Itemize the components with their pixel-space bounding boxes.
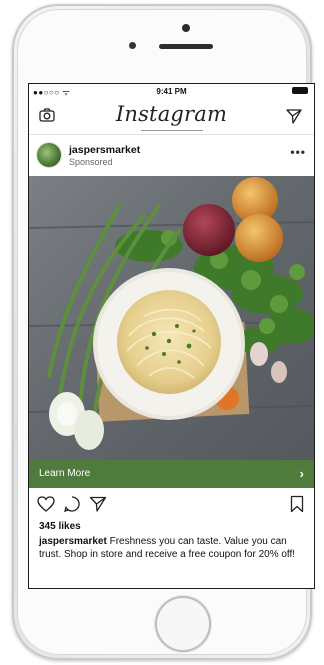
more-options-icon[interactable]: ••• <box>290 145 306 159</box>
avatar[interactable] <box>37 143 61 167</box>
heart-icon[interactable] <box>37 495 55 513</box>
front-camera <box>129 42 136 49</box>
phone-camera <box>182 24 190 32</box>
post-username[interactable]: jaspersmarket <box>69 144 140 156</box>
chevron-right-icon: › <box>299 466 304 481</box>
likes-count[interactable]: 345 likes <box>39 521 81 532</box>
status-bar: ●●○○○ ᯤ 9:41 PM <box>29 84 314 98</box>
status-time: 9:41 PM <box>156 87 187 96</box>
caption-username[interactable]: jaspersmarket <box>39 536 107 547</box>
pasta-bowl-photo <box>29 176 314 460</box>
battery-icon <box>292 87 308 94</box>
learn-more-button[interactable]: Learn More › <box>29 460 314 488</box>
comment-icon[interactable] <box>63 495 81 513</box>
app-logo: Instagram <box>115 102 228 126</box>
post-caption: jaspersmarket Freshness you can taste. V… <box>39 536 305 561</box>
post-actions <box>29 492 314 518</box>
logo-underline <box>141 130 203 131</box>
share-icon[interactable] <box>89 495 107 513</box>
send-icon[interactable] <box>286 108 302 124</box>
app-header: Instagram <box>29 98 314 135</box>
post-header: jaspersmarket Sponsored ••• <box>29 135 314 175</box>
bookmark-icon[interactable] <box>290 495 304 513</box>
home-button[interactable] <box>155 596 211 652</box>
post-image[interactable] <box>29 176 314 460</box>
cta-label: Learn More <box>39 468 91 479</box>
sponsored-label: Sponsored <box>69 157 113 167</box>
earpiece-speaker <box>159 44 213 49</box>
phone-screen: ●●○○○ ᯤ 9:41 PM Instagram jaspersmarket … <box>29 84 314 588</box>
